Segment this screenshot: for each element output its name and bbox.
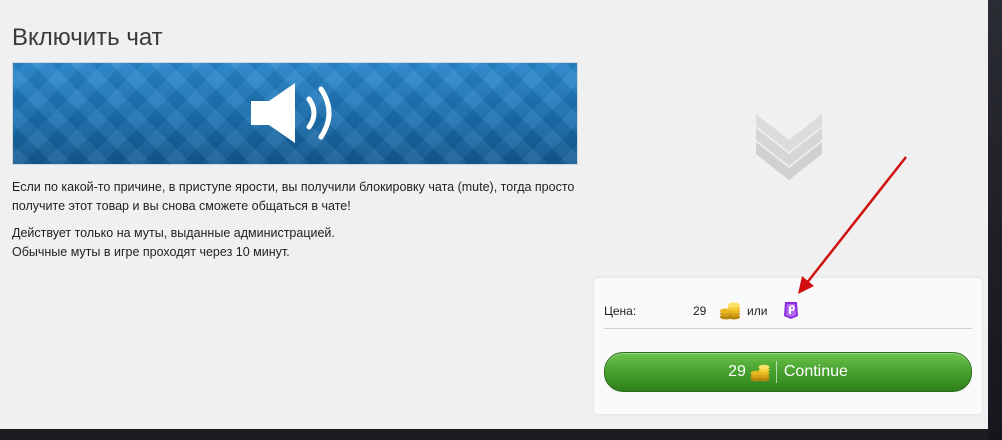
description-text-1: Если по какой-то причине, в приступе яро… [12, 180, 575, 213]
item-description: Если по какой-то причине, в приступе яро… [12, 178, 592, 262]
button-separator [775, 361, 777, 383]
gold-coins-icon [750, 364, 770, 382]
or-text: или [747, 304, 768, 318]
window-edge [988, 0, 1002, 440]
price-row: Цена: 29 или [604, 300, 972, 329]
gold-coins-icon [720, 302, 740, 320]
button-label: Continue [783, 363, 848, 380]
button-price: 29 [728, 363, 746, 380]
chevrons-down-icon [756, 114, 822, 180]
speaker-volume-icon [251, 83, 332, 143]
page-title: Включить чат [12, 24, 163, 51]
description-text-2: Действует только на муты, выданные админ… [12, 226, 335, 240]
content-panel: Включить чат Если по какой-то причине, в… [0, 0, 988, 429]
description-text-3: Обычные муты в игре проходят через 10 ми… [12, 245, 290, 259]
item-banner [12, 62, 578, 165]
gold-price: 29 [693, 304, 707, 318]
premium-currency-icon [784, 302, 798, 319]
continue-button[interactable]: 29 Continue [604, 352, 972, 392]
price-label: Цена: [604, 304, 637, 318]
purchase-box: Цена: 29 или 29 Continue [594, 278, 982, 414]
